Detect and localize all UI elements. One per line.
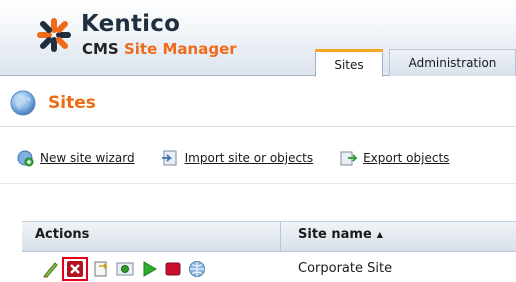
export-objects-label: Export objects [363, 151, 450, 165]
globe-icon [10, 90, 36, 116]
new-site-icon [17, 150, 34, 167]
product-prefix: CMS [82, 40, 119, 58]
page-title-text: Sites [48, 93, 96, 113]
grid-header [22, 221, 516, 252]
export-icon [340, 151, 358, 166]
preview-icon[interactable] [116, 260, 134, 278]
new-site-wizard-label: New site wizard [40, 151, 135, 165]
row-actions [42, 257, 212, 281]
export-site-icon[interactable] [92, 260, 110, 278]
product-name: CMS Site Manager [82, 40, 237, 58]
divider [0, 126, 516, 127]
site-name-cell[interactable]: Corporate Site [298, 261, 392, 276]
sort-ascending-icon: ▲ [376, 230, 383, 239]
page-title: Sites [0, 86, 96, 120]
edit-icon[interactable] [42, 260, 60, 278]
export-objects-link[interactable]: Export objects [339, 149, 449, 167]
action-bar: New site wizard Import site or objects E… [16, 148, 449, 168]
new-site-wizard-link[interactable]: New site wizard [16, 149, 135, 167]
column-separator [280, 222, 281, 252]
tab-administration[interactable]: Administration [389, 49, 516, 76]
import-site-link[interactable]: Import site or objects [161, 149, 313, 167]
column-header-site-name[interactable]: Site name ▲ [298, 227, 383, 242]
kentico-logo-icon [37, 18, 71, 52]
open-live-site-icon[interactable] [188, 260, 206, 278]
delete-icon[interactable] [62, 257, 88, 281]
import-icon [161, 150, 177, 166]
column-header-site-name-label: Site name [298, 227, 372, 242]
tab-sites[interactable]: Sites [315, 49, 383, 77]
divider [0, 183, 516, 184]
stop-icon[interactable] [164, 260, 182, 278]
column-header-actions: Actions [35, 227, 90, 242]
import-site-label: Import site or objects [184, 151, 314, 165]
product-suffix: Site Manager [123, 40, 237, 58]
brand-name: Kentico [81, 11, 181, 37]
start-icon[interactable] [140, 260, 158, 278]
